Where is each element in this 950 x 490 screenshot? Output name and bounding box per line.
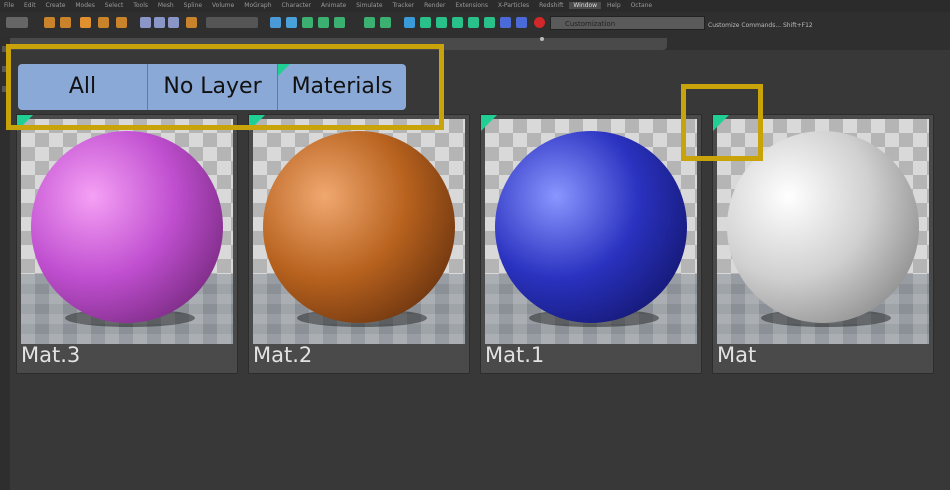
assigned-marker-icon	[713, 115, 729, 131]
scale-tool-icon[interactable]	[60, 17, 71, 28]
record-icon[interactable]	[534, 17, 545, 28]
panel-tab-strip	[0, 36, 950, 50]
tab-materials-label: Materials	[291, 74, 393, 99]
menu-tools[interactable]: Tools	[129, 2, 152, 9]
material-name: Mat.1	[485, 343, 545, 367]
layer-filter-tabs: All No Layer Materials	[18, 64, 406, 110]
menu-spline[interactable]: Spline	[180, 2, 206, 9]
left-tool-icon[interactable]	[2, 86, 8, 92]
generator-icon[interactable]	[484, 17, 495, 28]
subdivision-icon[interactable]	[302, 17, 313, 28]
menu-simulate[interactable]: Simulate	[352, 2, 387, 9]
menu-mograph[interactable]: MoGraph	[240, 2, 275, 9]
field-icon[interactable]	[436, 17, 447, 28]
menu-window[interactable]: Window	[569, 2, 602, 9]
material-preview	[253, 119, 465, 344]
material-sphere	[31, 131, 223, 323]
material-card-mat2[interactable]: Mat.2	[248, 114, 470, 374]
material-preview	[717, 119, 929, 344]
tab-all[interactable]: All	[18, 64, 148, 110]
cloner-icon[interactable]	[318, 17, 329, 28]
live-select-icon[interactable]	[80, 17, 91, 28]
menu-octane[interactable]: Octane	[627, 2, 657, 9]
menu-edit[interactable]: Edit	[20, 2, 40, 9]
z-axis-icon[interactable]	[168, 17, 179, 28]
layout-dropdown[interactable]: Customization	[550, 16, 705, 30]
y-axis-icon[interactable]	[154, 17, 165, 28]
material-name: Mat	[717, 343, 757, 367]
menu-bar: File Edit Create Modes Select Tools Mesh…	[0, 0, 950, 12]
left-edge-strip	[0, 36, 10, 490]
menu-character[interactable]: Character	[277, 2, 315, 9]
left-tool-icon[interactable]	[2, 46, 8, 52]
menu-select[interactable]: Select	[101, 2, 128, 9]
material-sphere	[263, 131, 455, 323]
tab-no-layer[interactable]: No Layer	[148, 64, 278, 110]
tab-materials[interactable]: Materials	[278, 64, 406, 110]
menu-modes[interactable]: Modes	[71, 2, 98, 9]
recent-tool-icon[interactable]	[116, 17, 127, 28]
light-icon[interactable]	[404, 17, 415, 28]
undo-icon[interactable]	[6, 17, 28, 28]
move-tool-icon[interactable]	[44, 17, 55, 28]
floor-icon[interactable]	[364, 17, 375, 28]
menu-create[interactable]: Create	[42, 2, 70, 9]
menu-help[interactable]: Help	[603, 2, 625, 9]
rotate-tool-icon[interactable]	[98, 17, 109, 28]
material-sphere	[727, 131, 919, 323]
material-name: Mat.3	[21, 343, 81, 367]
tab-all-label: All	[68, 74, 97, 99]
material-card-mat[interactable]: Mat	[712, 114, 934, 374]
coordinate-system-icon[interactable]	[186, 17, 197, 28]
left-tool-icon[interactable]	[2, 66, 8, 72]
menu-file[interactable]: File	[0, 2, 18, 9]
assigned-marker-icon	[481, 115, 497, 131]
menu-render[interactable]: Render	[420, 2, 449, 9]
menu-volume[interactable]: Volume	[208, 2, 238, 9]
effector-icon[interactable]	[452, 17, 463, 28]
menu-x-particles[interactable]: X-Particles	[494, 2, 533, 9]
x-axis-icon[interactable]	[140, 17, 151, 28]
render-buttons-icon[interactable]	[206, 17, 258, 28]
material-preview	[485, 119, 697, 344]
scene-icon[interactable]	[500, 17, 511, 28]
sky-icon[interactable]	[516, 17, 527, 28]
cube-icon[interactable]	[270, 17, 281, 28]
assigned-marker-icon	[278, 64, 290, 76]
panel-grip-icon	[540, 37, 544, 41]
material-sphere	[495, 131, 687, 323]
menu-mesh[interactable]: Mesh	[154, 2, 178, 9]
menu-tracker[interactable]: Tracker	[389, 2, 419, 9]
assigned-marker-icon	[249, 115, 265, 131]
pen-icon[interactable]	[286, 17, 297, 28]
assigned-marker-icon	[17, 115, 33, 131]
add-icon[interactable]	[420, 17, 431, 28]
bend-icon[interactable]	[334, 17, 345, 28]
menu-redshift[interactable]: Redshift	[535, 2, 567, 9]
deformer-icon[interactable]	[468, 17, 479, 28]
panel-tab-bar[interactable]	[0, 38, 667, 50]
material-card-mat1[interactable]: Mat.1	[480, 114, 702, 374]
material-name: Mat.2	[253, 343, 313, 367]
material-card-mat3[interactable]: Mat.3	[16, 114, 238, 374]
material-preview	[21, 119, 233, 344]
tab-no-layer-label: No Layer	[163, 74, 262, 99]
customize-commands-label[interactable]: Customize Commands... Shift+F12	[708, 22, 813, 29]
camera-icon[interactable]	[380, 17, 391, 28]
menu-extensions[interactable]: Extensions	[451, 2, 492, 9]
menu-animate[interactable]: Animate	[317, 2, 350, 9]
